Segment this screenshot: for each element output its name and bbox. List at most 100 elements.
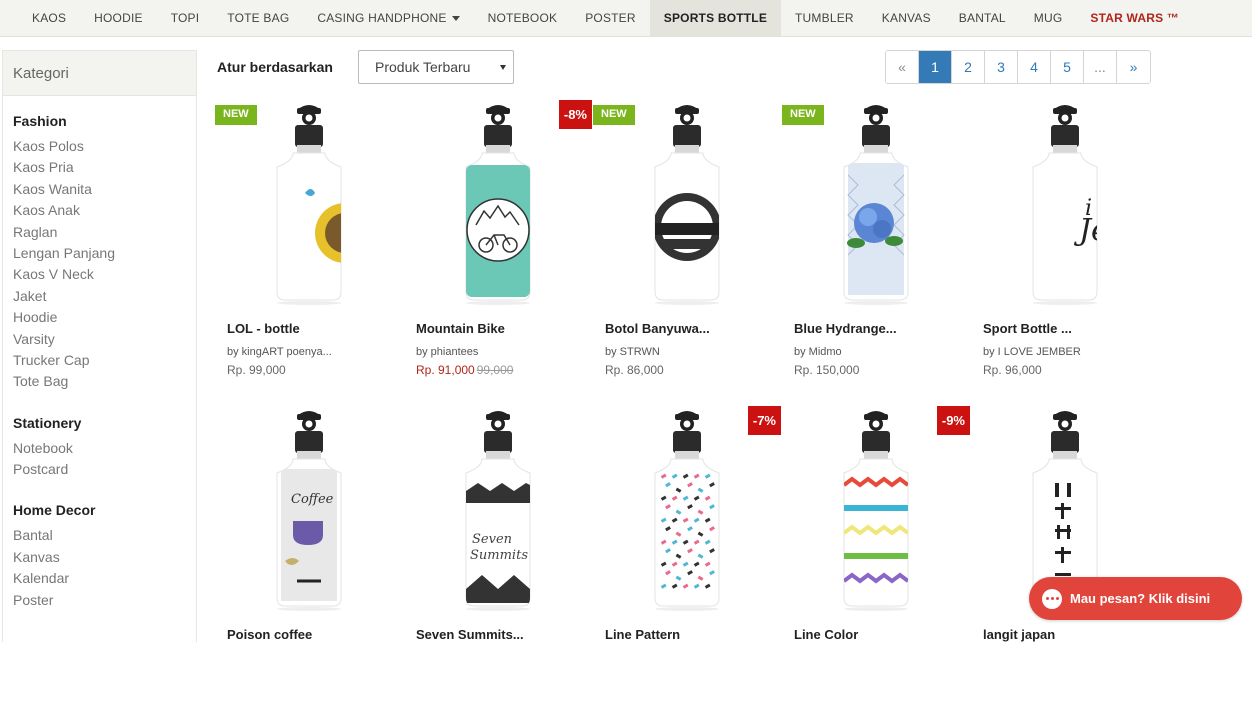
- nav-label: TUMBLER: [795, 11, 854, 25]
- sidebar-item-kanvas[interactable]: Kanvas: [13, 547, 186, 568]
- pagination-page[interactable]: 2: [952, 51, 985, 83]
- nav-item-poster[interactable]: POSTER: [571, 0, 650, 36]
- product-name[interactable]: langit japan: [983, 627, 1055, 642]
- product-price: Rp. 91,000 99,000: [416, 363, 513, 377]
- sidebar-item-kalendar[interactable]: Kalendar: [13, 568, 186, 589]
- nav-item-tumbler[interactable]: TUMBLER: [781, 0, 868, 36]
- price-current: Rp. 99,000: [227, 363, 286, 377]
- product-designer[interactable]: by STRWN: [605, 346, 660, 358]
- product-card[interactable]: langit japan: [971, 411, 1156, 701]
- product-thumbnail[interactable]: Je i: [971, 105, 1156, 305]
- pagination: «1 2 3 4 5...»: [885, 50, 1151, 84]
- product-thumbnail[interactable]: Seven Summits: [404, 411, 589, 611]
- pagination-page[interactable]: 3: [985, 51, 1018, 83]
- discount-badge: -7%: [747, 406, 781, 435]
- product-name[interactable]: Sport Bottle ...: [983, 321, 1072, 336]
- product-designer[interactable]: by Midmo: [794, 346, 842, 358]
- product-name[interactable]: LOL - bottle: [227, 321, 300, 336]
- product-card[interactable]: Seven Summits Seven Summits...: [404, 411, 589, 701]
- pagination-page[interactable]: 5: [1051, 51, 1084, 83]
- nav-label: BANTAL: [958, 11, 1006, 25]
- product-thumbnail[interactable]: NEW: [782, 105, 967, 305]
- sidebar-item-kaos-wanita[interactable]: Kaos Wanita: [13, 179, 186, 200]
- nav-item-bantal[interactable]: BANTAL: [945, 0, 1020, 36]
- new-badge: NEW: [593, 105, 635, 125]
- product-card[interactable]: Je i Sport Bottle ... by I LOVE JEMBER Rp. …: [971, 105, 1156, 395]
- product-thumbnail[interactable]: -9%: [782, 406, 970, 611]
- sidebar-item-poster[interactable]: Poster: [13, 590, 186, 611]
- product-designer[interactable]: by kingART poenya...: [227, 346, 332, 358]
- sidebar-item-varsity[interactable]: Varsity: [13, 329, 186, 350]
- product-name[interactable]: Mountain Bike: [416, 321, 505, 336]
- nav-item-notebook[interactable]: NOTEBOOK: [474, 0, 572, 36]
- discount-badge: -8%: [558, 100, 592, 129]
- nav-label: TOTE BAG: [227, 11, 290, 25]
- product-card[interactable]: Coffee Poison coffee: [215, 411, 400, 701]
- sidebar-item-jaket[interactable]: Jaket: [13, 286, 186, 307]
- sidebar-item-bantal[interactable]: Bantal: [13, 525, 186, 546]
- product-designer[interactable]: by phiantees: [416, 346, 478, 358]
- product-thumbnail[interactable]: NEW: [593, 105, 778, 305]
- nav-item-star-wars[interactable]: STAR WARS ™: [1076, 0, 1193, 36]
- product-card[interactable]: -9% Line Color: [782, 406, 970, 701]
- sidebar-item-notebook[interactable]: Notebook: [13, 438, 186, 459]
- product-thumbnail[interactable]: NEW: [215, 105, 400, 305]
- new-badge: NEW: [215, 105, 257, 125]
- product-name[interactable]: Poison coffee: [227, 627, 312, 642]
- sort-value: Produk Terbaru: [375, 59, 471, 75]
- pagination-prev[interactable]: «: [886, 51, 919, 83]
- sidebar-item-kaos-pria[interactable]: Kaos Pria: [13, 157, 186, 178]
- nav-item-kaos[interactable]: KAOS: [18, 0, 80, 36]
- sidebar-item-lengan-panjang[interactable]: Lengan Panjang: [13, 243, 186, 264]
- sidebar-item-kaos-polos[interactable]: Kaos Polos: [13, 136, 186, 157]
- pagination-page[interactable]: 4: [1018, 51, 1051, 83]
- sidebar-item-hoodie[interactable]: Hoodie: [13, 307, 186, 328]
- chat-label: Mau pesan? Klik disini: [1070, 591, 1211, 606]
- nav-item-kanvas[interactable]: KANVAS: [868, 0, 945, 36]
- sidebar-title: Kategori: [3, 51, 196, 96]
- product-card[interactable]: NEW Blue Hydrange... by Midmo Rp. 150,000: [782, 105, 967, 395]
- product-price: Rp. 86,000: [605, 363, 664, 377]
- nav-item-hoodie[interactable]: HOODIE: [80, 0, 157, 36]
- chat-button[interactable]: Mau pesan? Klik disini: [1029, 577, 1242, 620]
- sidebar-item-kaos-v-neck[interactable]: Kaos V Neck: [13, 264, 186, 285]
- product-name[interactable]: Blue Hydrange...: [794, 321, 897, 336]
- sidebar-item-tote-bag[interactable]: Tote Bag: [13, 371, 186, 392]
- price-original: 99,000: [476, 363, 514, 377]
- product-thumbnail[interactable]: -8%: [404, 100, 592, 305]
- product-card[interactable]: NEW Botol Banyuwa... by STRWN Rp. 86,000: [593, 105, 778, 395]
- product-designer[interactable]: by I LOVE JEMBER: [983, 346, 1081, 358]
- nav-item-sports-bottle[interactable]: SPORTS BOTTLE: [649, 0, 782, 36]
- sidebar-item-postcard[interactable]: Postcard: [13, 459, 186, 480]
- product-thumbnail[interactable]: Coffee: [215, 411, 400, 611]
- product-thumbnail[interactable]: -7%: [593, 406, 781, 611]
- bottle-image: [654, 105, 720, 305]
- product-name[interactable]: Line Pattern: [605, 627, 680, 642]
- nav-item-mug[interactable]: MUG: [1020, 0, 1077, 36]
- nav-item-tote-bag[interactable]: TOTE BAG: [213, 0, 303, 36]
- svg-text:Summits: Summits: [470, 548, 528, 563]
- product-name[interactable]: Botol Banyuwa...: [605, 321, 710, 336]
- nav-item-casing-handphone[interactable]: CASING HANDPHONE: [303, 0, 473, 36]
- sidebar-item-kaos-anak[interactable]: Kaos Anak: [13, 200, 186, 221]
- sidebar-item-trucker-cap[interactable]: Trucker Cap: [13, 350, 186, 371]
- product-name[interactable]: Line Color: [794, 627, 858, 642]
- bottle-image: SevenSummits: [465, 411, 531, 611]
- pagination-next[interactable]: »: [1117, 51, 1150, 83]
- bottle-image: [843, 105, 909, 305]
- sidebar-group-title: Home Decor: [13, 502, 96, 519]
- pagination-page[interactable]: ...: [1084, 51, 1117, 83]
- price-current: Rp. 150,000: [794, 363, 860, 377]
- pagination-page[interactable]: 1: [919, 51, 952, 83]
- sort-select[interactable]: Produk Terbaru: [358, 50, 514, 84]
- product-card[interactable]: -7% Line Pattern: [593, 406, 781, 701]
- sidebar-group: Fashion Kaos Polos Kaos Pria Kaos Wanita Kao…: [3, 113, 196, 393]
- nav-label: POSTER: [585, 11, 636, 25]
- bottle-image: Coffee: [276, 411, 342, 611]
- nav-label: KANVAS: [881, 11, 931, 25]
- product-card[interactable]: -8% Mountain Bike by phiantees Rp. 91,000 99…: [404, 100, 592, 395]
- sidebar-item-raglan[interactable]: Raglan: [13, 222, 186, 243]
- product-card[interactable]: NEW LOL - bottle by kingART poenya... Rp. 9…: [215, 105, 400, 395]
- product-name[interactable]: Seven Summits...: [416, 627, 524, 642]
- nav-item-topi[interactable]: TOPI: [157, 0, 214, 36]
